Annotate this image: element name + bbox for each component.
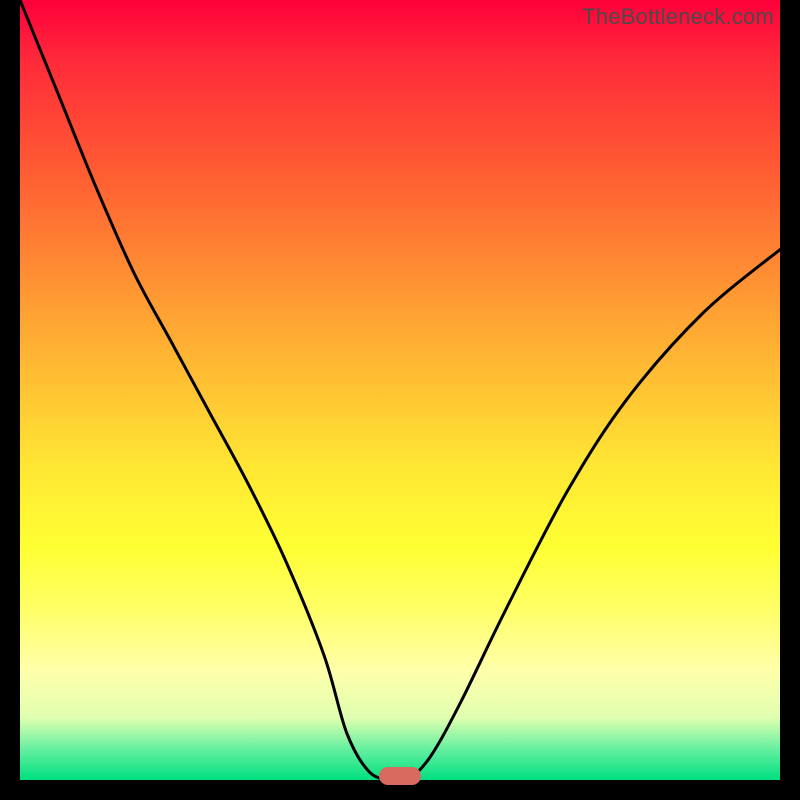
optimum-marker <box>379 767 421 785</box>
chart-plot-area: TheBottleneck.com <box>20 0 780 780</box>
bottleneck-curve <box>20 0 780 780</box>
